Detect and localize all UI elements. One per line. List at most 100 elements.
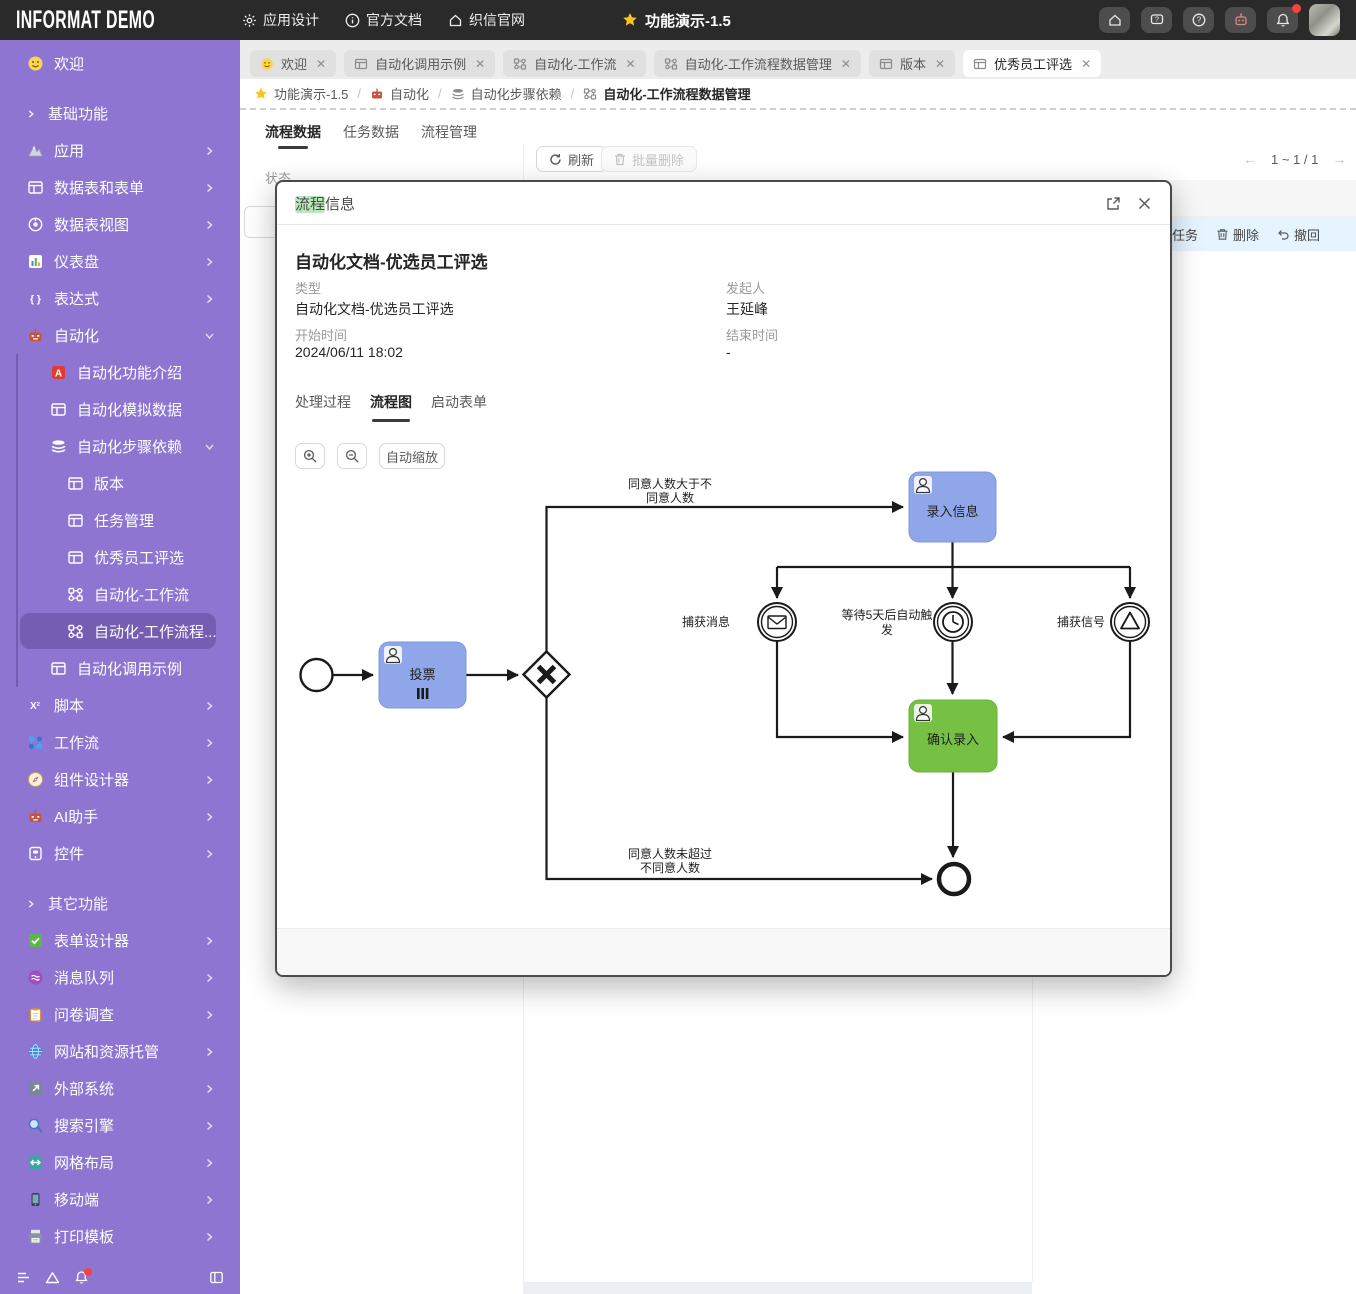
sidebar-item-26[interactable]: 网站和资源托管 [0, 1033, 240, 1070]
sidebar-item-4[interactable]: 数据表视图 [0, 206, 240, 243]
bpmn-timer-catch-event[interactable] [934, 603, 972, 641]
chevron-right-icon [205, 183, 214, 192]
sidebar-item-19[interactable]: 组件设计器 [0, 761, 240, 798]
sidebar-item-0[interactable]: 欢迎 [0, 45, 240, 82]
event-label-message: 捕获消息 [682, 614, 730, 629]
open-external-icon[interactable] [1106, 196, 1121, 211]
sidebar-item-12[interactable]: 任务管理 [0, 502, 240, 539]
sidebar-item-8[interactable]: A自动化功能介绍 [0, 354, 240, 391]
sidebar-item-17[interactable]: X²脚本 [0, 687, 240, 724]
breadcrumb-item-1[interactable]: 自动化 [370, 84, 429, 103]
modal-tab-2[interactable]: 启动表单 [431, 392, 487, 422]
svg-text:录入信息: 录入信息 [926, 504, 978, 519]
modal-tab-1[interactable]: 流程图 [370, 392, 412, 422]
bpmn-exclusive-gateway[interactable] [524, 652, 570, 698]
sidebar-item-23[interactable]: 表单设计器 [0, 922, 240, 959]
topbar-menu-0[interactable]: 应用设计 [242, 10, 319, 30]
tab-1[interactable]: 自动化调用示例✕ [344, 50, 495, 77]
stack-icon [451, 87, 465, 101]
chevron-right-icon [205, 701, 214, 710]
close-tab-icon[interactable]: ✕ [1081, 57, 1091, 71]
sidebar-item-28[interactable]: 搜索引擎 [0, 1107, 240, 1144]
tab-0[interactable]: 欢迎✕ [250, 50, 336, 77]
sidebar-item-16[interactable]: 自动化调用示例 [0, 650, 240, 687]
sidebar-item-15[interactable]: 自动化-工作流程... [0, 613, 240, 650]
auto-zoom-button[interactable]: 自动缩放 [379, 443, 445, 469]
sidebar-item-21[interactable]: 控件 [0, 835, 240, 872]
bpmn-task-enter-info[interactable]: 录入信息 [909, 472, 996, 542]
tab-4[interactable]: 版本✕ [869, 50, 955, 77]
sidebar-item-1[interactable]: 基础功能 [0, 95, 240, 132]
tab-3[interactable]: 自动化-工作流程数据管理✕ [654, 50, 861, 77]
sidebar-item-18[interactable]: 工作流 [0, 724, 240, 761]
batch-delete-button[interactable]: 批量删除 [601, 146, 697, 172]
sidebar-item-9[interactable]: 自动化模拟数据 [0, 391, 240, 428]
topbar-action-assistant-icon[interactable] [1225, 7, 1256, 33]
sidebar-item-29[interactable]: 网格布局 [0, 1144, 240, 1181]
sidebar-item-20[interactable]: AI助手 [0, 798, 240, 835]
list-icon[interactable] [16, 1270, 31, 1285]
svg-text:不同意人数: 不同意人数 [640, 860, 700, 875]
sidebar-item-31[interactable]: 打印模板 [0, 1218, 240, 1255]
avatar[interactable] [1309, 4, 1340, 36]
horizontal-scrollbar[interactable] [523, 1282, 1032, 1294]
sidebar-item-14[interactable]: 自动化-工作流 [0, 576, 240, 613]
event-label-signal: 捕获信号 [1057, 614, 1105, 629]
topbar-menu-1[interactable]: 官方文档 [345, 10, 422, 30]
close-tab-icon[interactable]: ✕ [841, 57, 851, 71]
triangle-icon[interactable] [45, 1270, 60, 1285]
bell-icon[interactable] [74, 1270, 89, 1285]
bpmn-task-vote[interactable]: 投票 [379, 642, 466, 708]
breadcrumb-item-0[interactable]: 功能演示-1.5 [254, 84, 348, 103]
sidebar-item-6[interactable]: { }表达式 [0, 280, 240, 317]
zoom-out-button[interactable] [337, 443, 367, 469]
sidebar-item-22[interactable]: 其它功能 [0, 885, 240, 922]
row-action-2[interactable]: 撤回 [1277, 225, 1320, 244]
topbar-menu-2[interactable]: 织信官网 [448, 10, 525, 30]
bpmn-task-confirm[interactable]: 确认录入 [909, 700, 997, 772]
topbar-action-home-icon[interactable] [1099, 7, 1130, 33]
close-tab-icon[interactable]: ✕ [475, 57, 485, 71]
modal-tab-0[interactable]: 处理过程 [295, 392, 351, 422]
svg-text:{ }: { } [30, 294, 41, 305]
sidebar-item-11[interactable]: 版本 [0, 465, 240, 502]
topbar-action-help-icon[interactable]: ? [1183, 7, 1214, 33]
chevron-right-icon [205, 257, 214, 266]
bpmn-end-event[interactable] [939, 864, 969, 894]
sidebar-item-2[interactable]: 应用 [0, 132, 240, 169]
row-action-0[interactable]: 任务 [1172, 225, 1198, 244]
chevron-right-icon [205, 973, 214, 982]
next-page-icon[interactable]: → [1332, 151, 1346, 167]
prev-page-icon[interactable]: ← [1243, 151, 1257, 167]
refresh-button[interactable]: 刷新 [536, 146, 607, 172]
topbar-action-feedback-icon[interactable]: ? [1141, 7, 1172, 33]
bpmn-signal-catch-event[interactable] [1111, 603, 1149, 641]
row-action-1[interactable]: 删除 [1216, 225, 1259, 244]
sidebar-item-30[interactable]: 移动端 [0, 1181, 240, 1218]
svg-text:投票: 投票 [409, 667, 435, 682]
zoom-in-button[interactable] [295, 443, 325, 469]
bpmn-message-catch-event[interactable] [758, 603, 796, 641]
sidebar-item-7[interactable]: 自动化 [0, 317, 240, 354]
queue-icon [27, 969, 44, 986]
sidebar-item-25[interactable]: 问卷调查 [0, 996, 240, 1033]
close-tab-icon[interactable]: ✕ [316, 57, 326, 71]
sidebar-item-5[interactable]: 仪表盘 [0, 243, 240, 280]
breadcrumb-item-2[interactable]: 自动化步骤依赖 [451, 84, 562, 103]
close-icon[interactable] [1137, 196, 1152, 211]
sidebar-item-3[interactable]: 数据表和表单 [0, 169, 240, 206]
close-tab-icon[interactable]: ✕ [935, 57, 945, 71]
topbar-action-bell-icon[interactable] [1267, 7, 1298, 33]
tab-2[interactable]: 自动化-工作流✕ [503, 50, 645, 77]
sidebar-item-24[interactable]: 消息队列 [0, 959, 240, 996]
tab-5[interactable]: 优秀员工评选✕ [963, 50, 1101, 77]
close-tab-icon[interactable]: ✕ [626, 57, 636, 71]
sidebar-item-10[interactable]: 自动化步骤依赖 [0, 428, 240, 465]
bpmn-start-event[interactable] [301, 659, 333, 691]
panel-icon[interactable] [209, 1270, 224, 1285]
sidebar-item-13[interactable]: 优秀员工评选 [0, 539, 240, 576]
breadcrumb-item-3[interactable]: 自动化-工作流程数据管理 [583, 84, 750, 103]
search-icon [27, 1117, 44, 1134]
sidebar-footer [0, 1260, 240, 1294]
sidebar-item-27[interactable]: 外部系统 [0, 1070, 240, 1107]
